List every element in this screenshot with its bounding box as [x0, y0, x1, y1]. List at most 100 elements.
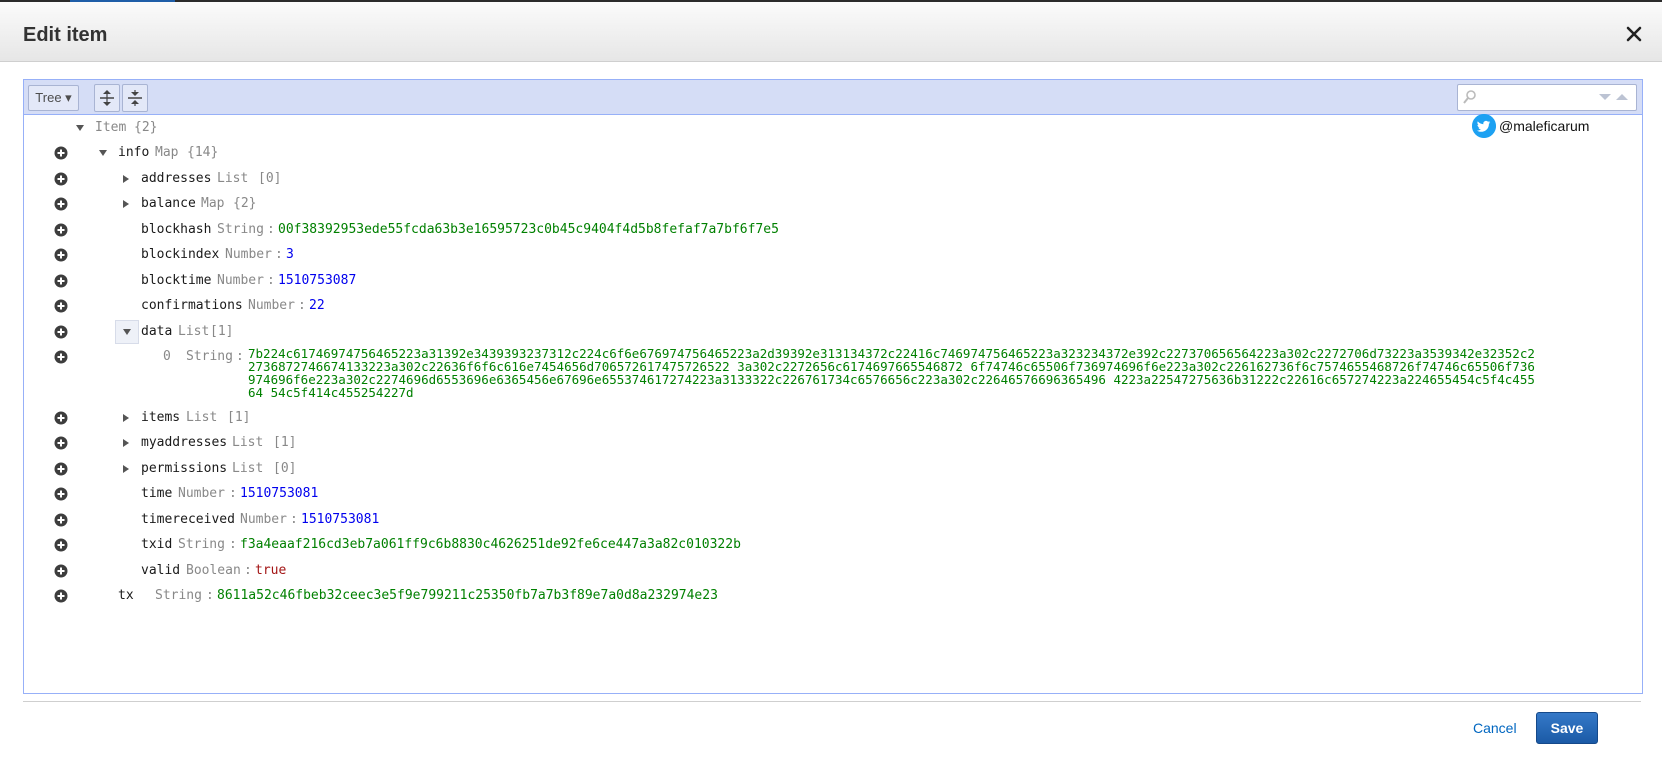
expand-all-button[interactable] — [94, 84, 120, 112]
type-separator: : — [244, 563, 252, 578]
tree-row-myaddresses: myaddresses List [1] — [24, 430, 1642, 456]
collapse-all-icon — [128, 90, 142, 106]
field-type: Number — [178, 486, 225, 501]
search-next-icon[interactable] — [1598, 93, 1612, 101]
field-name[interactable]: confirmations — [141, 298, 243, 313]
add-icon[interactable] — [54, 197, 68, 211]
add-icon[interactable] — [54, 172, 68, 186]
field-name[interactable]: balance — [141, 196, 196, 211]
field-value[interactable]: 22 — [309, 298, 325, 313]
field-summary: [1] — [273, 435, 297, 450]
field-name[interactable]: blocktime — [141, 273, 211, 288]
collapse-triangle-icon[interactable] — [96, 146, 110, 160]
twitter-handle: @maleficarum — [1499, 118, 1590, 134]
cancel-button[interactable]: Cancel — [1473, 720, 1517, 736]
add-icon[interactable] — [54, 325, 68, 339]
field-name[interactable]: addresses — [141, 171, 211, 186]
field-name: Item — [95, 120, 127, 135]
add-icon[interactable] — [54, 146, 68, 160]
field-summary: {2} — [233, 196, 257, 211]
expand-triangle-icon[interactable] — [119, 411, 133, 425]
type-separator: : — [275, 247, 283, 262]
field-name[interactable]: blockindex — [141, 247, 219, 262]
search-previous-icon[interactable] — [1615, 93, 1629, 101]
dialog-header: Edit item — [0, 2, 1662, 62]
tree-row-blockindex: blockindex Number : 3 — [24, 242, 1642, 268]
search-icon — [1463, 90, 1476, 104]
field-name[interactable]: timereceived — [141, 512, 235, 527]
add-icon[interactable] — [54, 436, 68, 450]
add-icon[interactable] — [54, 487, 68, 501]
field-summary: [1] — [210, 324, 234, 339]
field-summary: [1] — [227, 410, 251, 425]
tree-row-data-item: 0 String : 7b224c61746974756465223a31392… — [24, 344, 1642, 406]
collapse-triangle-icon[interactable] — [115, 320, 139, 344]
field-name[interactable]: data — [141, 324, 172, 339]
field-name[interactable]: myaddresses — [141, 435, 227, 450]
tree-row-balance: balance Map {2} — [24, 191, 1642, 217]
field-name[interactable]: info — [118, 145, 149, 160]
field-name[interactable]: permissions — [141, 461, 227, 476]
field-type: Boolean — [186, 563, 241, 578]
field-type: String — [178, 537, 225, 552]
save-button[interactable]: Save — [1536, 712, 1598, 744]
field-value[interactable]: 8611a52c46fbeb32ceec3e5f9e799211c25350fb… — [217, 588, 718, 603]
expand-triangle-icon[interactable] — [119, 462, 133, 476]
field-name[interactable]: tx — [118, 588, 134, 603]
add-icon[interactable] — [54, 589, 68, 603]
add-icon[interactable] — [54, 350, 68, 364]
dialog-title: Edit item — [23, 24, 108, 46]
tree-row-info: info Map {14} — [24, 140, 1642, 166]
add-icon[interactable] — [54, 538, 68, 552]
field-name[interactable]: blockhash — [141, 222, 211, 237]
field-name[interactable]: items — [141, 410, 180, 425]
expand-triangle-icon[interactable] — [119, 172, 133, 186]
field-type: List — [232, 461, 264, 476]
field-value[interactable]: 1510753081 — [240, 486, 318, 501]
footer-divider — [23, 701, 1641, 702]
tree-row-root: Item {2} — [24, 115, 1642, 141]
tree-row-valid: valid Boolean : true — [24, 558, 1642, 584]
type-separator: : — [229, 486, 237, 501]
type-separator: : — [206, 588, 214, 603]
tree-row-txid: txid String : f3a4eaaf216cd3eb7a061ff9c6… — [24, 532, 1642, 558]
add-icon[interactable] — [54, 223, 68, 237]
add-icon[interactable] — [54, 462, 68, 476]
field-name[interactable]: valid — [141, 563, 180, 578]
tree-row-addresses: addresses List [0] — [24, 166, 1642, 192]
tree-row-blockhash: blockhash String : 00f38392953ede55fcda6… — [24, 217, 1642, 243]
tree-row-tx: tx String : 8611a52c46fbeb32ceec3e5f9e79… — [24, 583, 1642, 609]
add-icon[interactable] — [54, 513, 68, 527]
field-value[interactable]: 00f38392953ede55fcda63b3e16595723c0b45c9… — [278, 222, 779, 237]
expand-triangle-icon[interactable] — [119, 436, 133, 450]
close-icon[interactable] — [1622, 22, 1646, 46]
field-value[interactable]: true — [255, 563, 286, 578]
collapse-all-button[interactable] — [122, 84, 148, 112]
field-index: 0 — [163, 349, 171, 364]
field-type: Map — [155, 145, 179, 160]
tree-row-timereceived: timereceived Number : 1510753081 — [24, 507, 1642, 533]
field-type: String — [155, 588, 202, 603]
collapse-triangle-icon[interactable] — [73, 121, 87, 135]
add-icon[interactable] — [54, 248, 68, 262]
mode-dropdown-button[interactable]: Tree ▾ — [28, 85, 79, 111]
json-editor: Tree ▾ Item {2} info Map {14} addresses … — [23, 79, 1643, 694]
add-icon[interactable] — [54, 274, 68, 288]
add-icon[interactable] — [54, 299, 68, 313]
field-value[interactable]: 1510753081 — [301, 512, 379, 527]
field-value[interactable]: 1510753087 — [278, 273, 356, 288]
field-name[interactable]: time — [141, 486, 172, 501]
field-value[interactable]: 3 — [286, 247, 294, 262]
type-separator: : — [298, 298, 306, 313]
add-icon[interactable] — [54, 411, 68, 425]
field-type: Number — [240, 512, 287, 527]
type-separator: : — [290, 512, 298, 527]
field-summary: {2} — [134, 120, 158, 135]
expand-triangle-icon[interactable] — [119, 197, 133, 211]
field-value[interactable]: f3a4eaaf216cd3eb7a061ff9c6b8830c4626251d… — [240, 537, 741, 552]
tree-row-blocktime: blocktime Number : 1510753087 — [24, 268, 1642, 294]
add-icon[interactable] — [54, 564, 68, 578]
field-value[interactable]: 7b224c61746974756465223a31392e3439393237… — [248, 347, 1542, 399]
field-name[interactable]: txid — [141, 537, 172, 552]
search-input[interactable] — [1480, 88, 1594, 107]
